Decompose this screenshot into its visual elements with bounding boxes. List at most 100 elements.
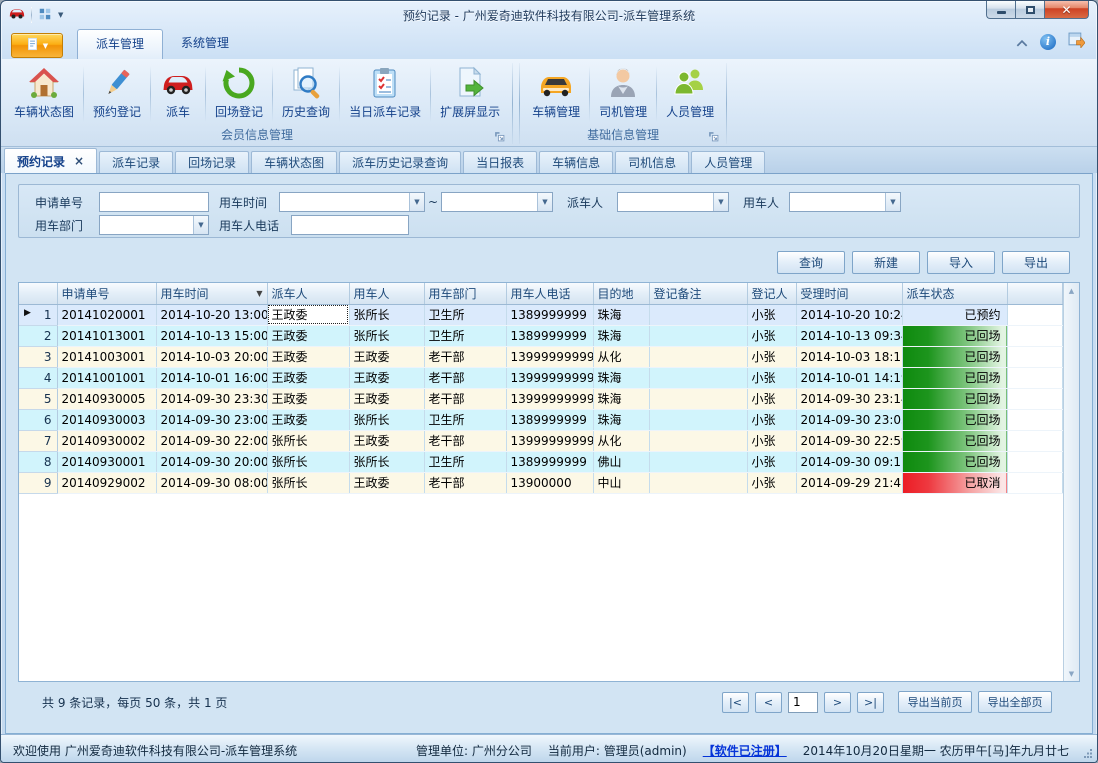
quick-access-dropdown-icon[interactable]: ▼ (58, 11, 63, 19)
cell-order_no[interactable]: 20140930001 (57, 451, 156, 472)
cell-remark[interactable] (649, 304, 747, 325)
cell-remark[interactable] (649, 388, 747, 409)
cell-order_no[interactable]: 20140930002 (57, 430, 156, 451)
cell-use_time[interactable]: 2014-09-30 22:00 (156, 430, 267, 451)
cell-destination[interactable]: 从化 (593, 346, 649, 367)
cell-dept[interactable]: 老干部 (424, 388, 506, 409)
cell-status[interactable]: 已回场 (902, 430, 1007, 451)
table-row[interactable]: 7201409300022014-09-30 22:00张所长王政委老干部139… (19, 430, 1063, 451)
cell-user[interactable]: 王政委 (349, 430, 424, 451)
cell-remark[interactable] (649, 367, 747, 388)
cell-destination[interactable]: 从化 (593, 430, 649, 451)
cell-order_no[interactable]: 20140929002 (57, 472, 156, 493)
cell-dept[interactable]: 老干部 (424, 430, 506, 451)
next-page-button[interactable]: > (824, 692, 851, 713)
table-row[interactable]: 8201409300012014-09-30 20:00张所长张所长卫生所138… (19, 451, 1063, 472)
application-menu-button[interactable]: ▼ (11, 33, 63, 58)
chevron-down-icon[interactable]: ▼ (409, 193, 424, 211)
column-header-dispatcher[interactable]: 派车人 (267, 283, 349, 304)
cell-registrar[interactable]: 小张 (747, 472, 796, 493)
cell-accept_time[interactable]: 2014-10-03 18:11 (796, 346, 902, 367)
cell-user[interactable]: 张所长 (349, 409, 424, 430)
cell-remark[interactable] (649, 346, 747, 367)
import-button[interactable]: 导入 (927, 251, 995, 274)
ribbon-button-personnel-management[interactable]: 人员管理 (657, 61, 723, 127)
cell-user[interactable]: 张所长 (349, 304, 424, 325)
info-icon[interactable]: i (1040, 34, 1056, 50)
column-header-user[interactable]: 用车人 (349, 283, 424, 304)
table-row[interactable]: 6201409300032014-09-30 23:00王政委张所长卫生所138… (19, 409, 1063, 430)
cell-phone[interactable]: 13999999999 (506, 430, 593, 451)
dispatcher-combobox[interactable]: ▼ (617, 192, 729, 212)
collapse-ribbon-icon[interactable] (1016, 32, 1028, 51)
cell-accept_time[interactable]: 2014-09-30 09:17 (796, 451, 902, 472)
cell-use_time[interactable]: 2014-09-30 23:30 (156, 388, 267, 409)
cell-order_no[interactable]: 20141020001 (57, 304, 156, 325)
dept-combobox[interactable]: ▼ (99, 215, 209, 235)
cell-user[interactable]: 王政委 (349, 472, 424, 493)
table-row[interactable]: 3201410030012014-10-03 20:00王政委王政委老干部139… (19, 346, 1063, 367)
close-tab-icon[interactable]: × (74, 155, 84, 167)
cell-order_no[interactable]: 20140930005 (57, 388, 156, 409)
cell-status[interactable]: 已回场 (902, 325, 1007, 346)
cell-registrar[interactable]: 小张 (747, 451, 796, 472)
cell-remark[interactable] (649, 325, 747, 346)
column-header-order_no[interactable]: 申请单号 (57, 283, 156, 304)
ribbon-button-dispatch[interactable]: 派车 (151, 61, 205, 127)
cell-destination[interactable]: 佛山 (593, 451, 649, 472)
cell-phone[interactable]: 1389999999 (506, 451, 593, 472)
use-time-to-combobox[interactable]: ▼ (441, 192, 553, 212)
cell-dispatcher[interactable]: 张所长 (267, 430, 349, 451)
column-header-status[interactable]: 派车状态 (902, 283, 1007, 304)
minimize-button[interactable] (986, 1, 1015, 19)
cell-dept[interactable]: 老干部 (424, 472, 506, 493)
chevron-down-icon[interactable]: ▼ (537, 193, 552, 211)
cell-phone[interactable]: 1389999999 (506, 409, 593, 430)
cell-status[interactable]: 已回场 (902, 367, 1007, 388)
ribbon-button-return-register[interactable]: 回场登记 (206, 61, 272, 127)
dialog-launcher-icon[interactable] (494, 131, 505, 142)
ribbon-button-extended-screen[interactable]: 扩展屏显示 (431, 61, 509, 127)
cell-dispatcher[interactable]: 王政委 (267, 304, 349, 325)
row-header-cell[interactable]: 2 (19, 325, 57, 346)
doc-tab-daily-report[interactable]: 当日报表 (463, 151, 537, 173)
row-header-cell[interactable]: 6 (19, 409, 57, 430)
cell-dispatcher[interactable]: 王政委 (267, 346, 349, 367)
cell-registrar[interactable]: 小张 (747, 409, 796, 430)
doc-tab-driver-info[interactable]: 司机信息 (615, 151, 689, 173)
cell-use_time[interactable]: 2014-09-30 08:00 (156, 472, 267, 493)
cell-registrar[interactable]: 小张 (747, 367, 796, 388)
cell-registrar[interactable]: 小张 (747, 430, 796, 451)
cell-accept_time[interactable]: 2014-09-30 22:59 (796, 430, 902, 451)
cell-remark[interactable] (649, 430, 747, 451)
table-row[interactable]: 4201410010012014-10-01 16:00王政委王政委老干部139… (19, 367, 1063, 388)
column-header-use_time[interactable]: 用车时间▼ (156, 283, 267, 304)
dialog-launcher-icon[interactable] (708, 131, 719, 142)
table-row[interactable]: ▶1201410200012014-10-20 13:00王政委张所长卫生所13… (19, 304, 1063, 325)
table-row[interactable]: 5201409300052014-09-30 23:30王政委王政委老干部139… (19, 388, 1063, 409)
cell-accept_time[interactable]: 2014-09-29 21:47 (796, 472, 902, 493)
ribbon-button-driver-management[interactable]: 司机管理 (590, 61, 656, 127)
doc-tab-return-records[interactable]: 回场记录 (175, 151, 249, 173)
user-combobox[interactable]: ▼ (789, 192, 901, 212)
close-button[interactable]: ✕ (1044, 1, 1089, 19)
ribbon-button-vehicle-status-map[interactable]: 车辆状态图 (5, 61, 83, 127)
cell-destination[interactable]: 珠海 (593, 409, 649, 430)
phone-input[interactable] (291, 215, 409, 235)
row-header-cell[interactable]: 9 (19, 472, 57, 493)
table-row[interactable]: 9201409290022014-09-30 08:00张所长王政委老干部139… (19, 472, 1063, 493)
table-row[interactable]: 2201410130012014-10-13 15:00王政委张所长卫生所138… (19, 325, 1063, 346)
ribbon-tab-dispatch-management[interactable]: 派车管理 (77, 29, 163, 59)
export-current-page-button[interactable]: 导出当前页 (898, 691, 972, 713)
cell-phone[interactable]: 1389999999 (506, 304, 593, 325)
cell-dept[interactable]: 老干部 (424, 367, 506, 388)
cell-registrar[interactable]: 小张 (747, 304, 796, 325)
cell-phone[interactable]: 13999999999 (506, 388, 593, 409)
ribbon-button-today-dispatch-records[interactable]: 当日派车记录 (340, 61, 430, 127)
doc-tab-reservation-records[interactable]: 预约记录× (4, 148, 97, 173)
cell-order_no[interactable]: 20141013001 (57, 325, 156, 346)
cell-destination[interactable]: 珠海 (593, 388, 649, 409)
cell-dispatcher[interactable]: 王政委 (267, 367, 349, 388)
cell-use_time[interactable]: 2014-10-03 20:00 (156, 346, 267, 367)
cell-dept[interactable]: 卫生所 (424, 325, 506, 346)
